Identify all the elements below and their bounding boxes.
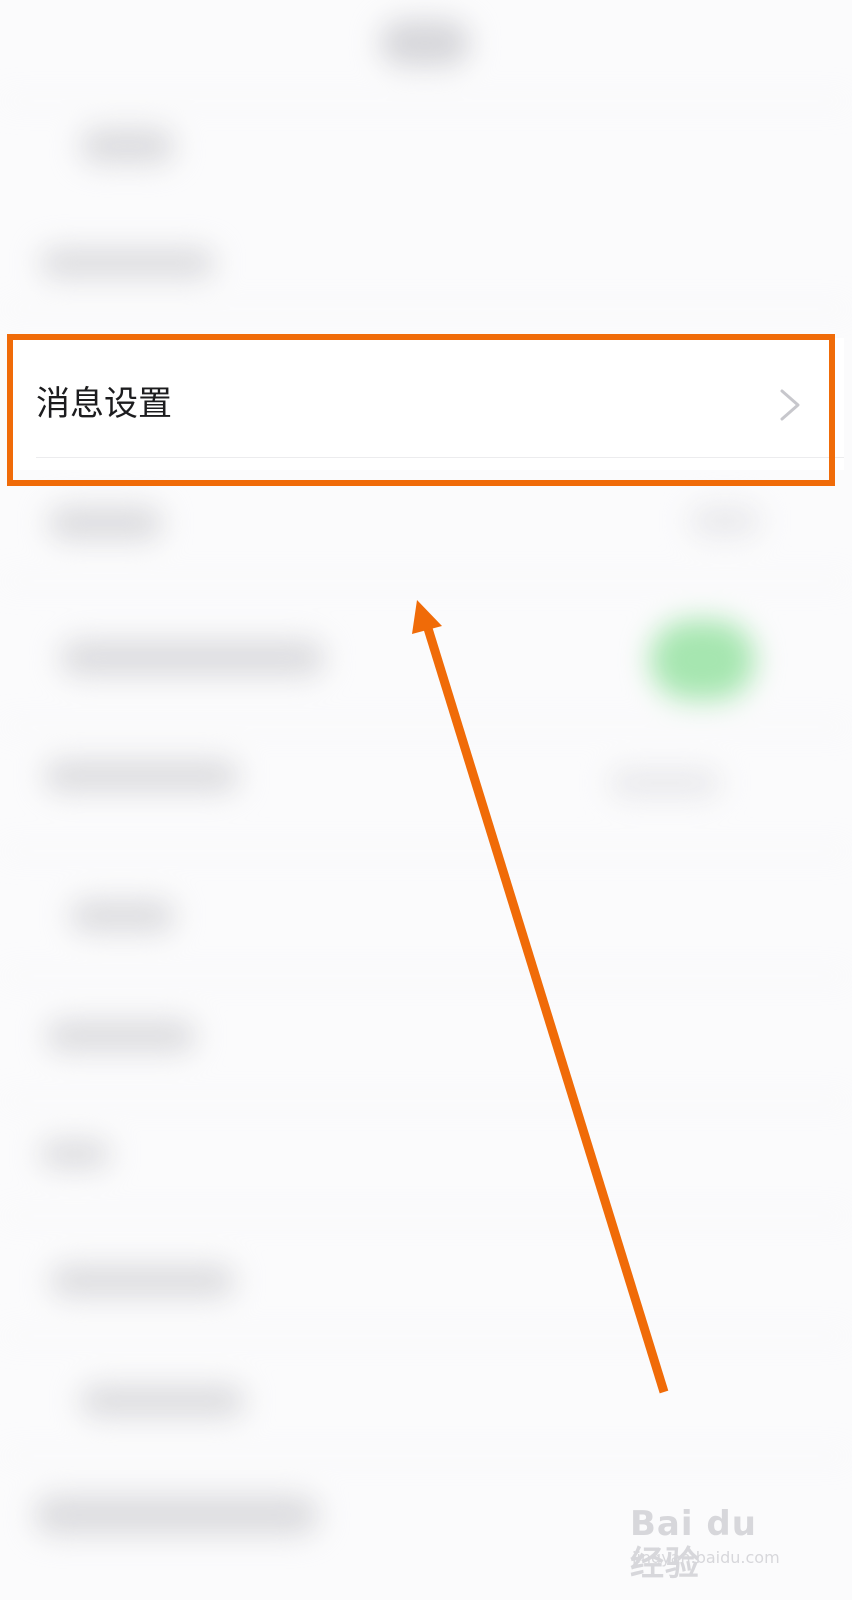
up-arrow-annotation xyxy=(412,600,669,1394)
watermark: Bai du 经验 jingyan.baidu.com xyxy=(630,1504,800,1584)
watermark-url: jingyan.baidu.com xyxy=(632,1548,780,1567)
arrow-shaft xyxy=(421,620,669,1394)
arrow-head xyxy=(412,600,442,634)
watermark-logo-text: Bai du 经验 xyxy=(630,1504,757,1584)
